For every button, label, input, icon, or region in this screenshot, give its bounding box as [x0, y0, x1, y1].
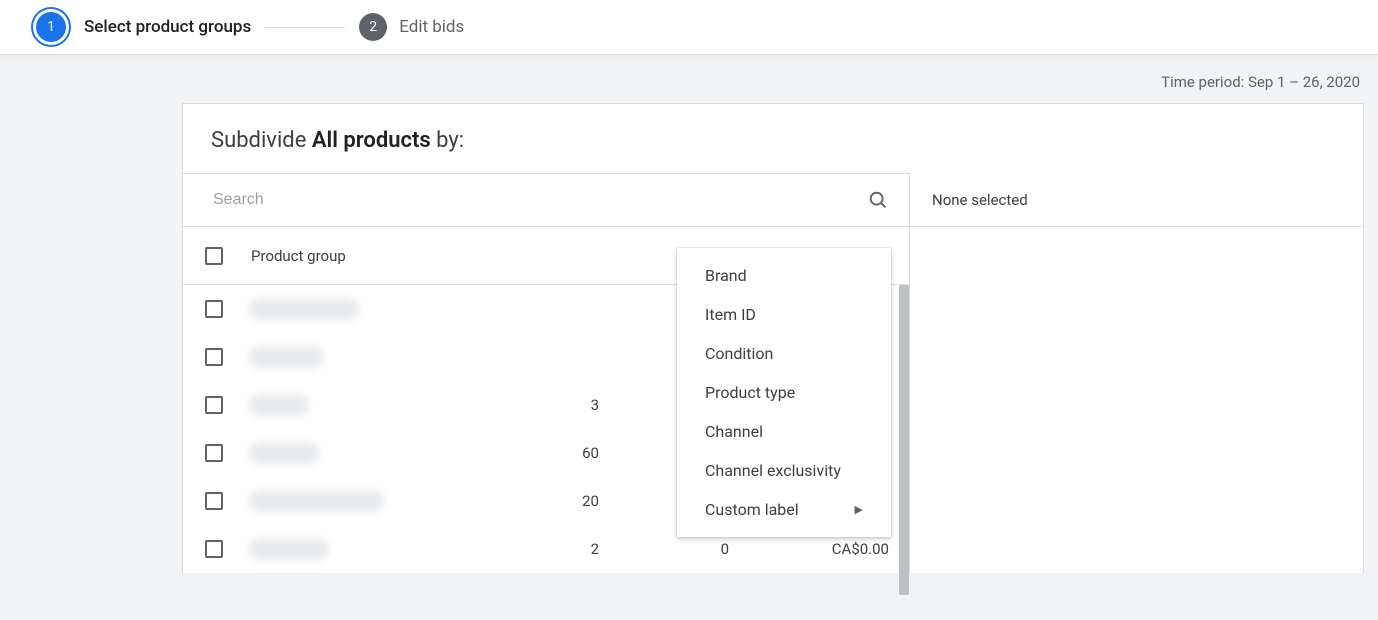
cell-clicks: 3 — [499, 396, 599, 414]
step-1-circle: 1 — [36, 12, 66, 42]
dropdown-item-label: Condition — [705, 344, 773, 363]
subdivide-prefix: Subdivide — [211, 128, 312, 153]
dropdown-item-label: Brand — [705, 266, 747, 285]
chevron-right-icon: ▶ — [855, 503, 863, 516]
dropdown-item-label: Product type — [705, 383, 795, 402]
product-group-name — [249, 442, 319, 464]
column-product-group[interactable]: Product group — [251, 247, 629, 265]
step-2-circle: 2 — [359, 13, 387, 41]
main-panel: Subdivide All products by: Product group… — [182, 103, 1364, 573]
scrollbar-track[interactable] — [899, 285, 909, 595]
cell-cost: CA$0.00 — [729, 540, 889, 558]
row-checkbox[interactable] — [205, 492, 223, 510]
stepper: 1 Select product groups 2 Edit bids — [0, 0, 1378, 55]
step-2-label: Edit bids — [399, 17, 464, 37]
row-checkbox[interactable] — [205, 540, 223, 558]
dropdown-item-label: Item ID — [705, 305, 756, 324]
step-connector — [265, 27, 345, 28]
dropdown-item-custom-label[interactable]: Custom label ▶ — [677, 490, 891, 529]
dropdown-item-brand[interactable]: Brand — [677, 256, 891, 295]
dropdown-item-label: Custom label — [705, 500, 799, 519]
cell-clicks: 20 — [499, 492, 599, 510]
search-input[interactable] — [211, 190, 867, 210]
dropdown-item-product-type[interactable]: Product type — [677, 373, 891, 412]
dropdown-item-channel-exclusivity[interactable]: Channel exclusivity — [677, 451, 891, 490]
step-2[interactable]: 2 Edit bids — [359, 13, 464, 41]
product-group-name — [249, 394, 309, 416]
search-icon[interactable] — [867, 189, 889, 211]
cell-clicks: 60 — [499, 444, 599, 462]
none-selected-label: None selected — [910, 173, 1363, 227]
subdivide-dropdown: Brand Item ID Condition Product type Channel… — [677, 248, 891, 537]
product-group-name — [249, 298, 359, 320]
row-checkbox[interactable] — [205, 396, 223, 414]
right-pane: None selected — [910, 173, 1363, 573]
subdivide-suffix: by: — [431, 128, 464, 153]
row-checkbox[interactable] — [205, 300, 223, 318]
cell-clicks: 2 — [499, 540, 599, 558]
step-1[interactable]: 1 Select product groups — [30, 12, 251, 42]
row-checkbox[interactable] — [205, 444, 223, 462]
dropdown-item-condition[interactable]: Condition — [677, 334, 891, 373]
step-1-label: Select product groups — [84, 17, 251, 37]
product-group-name — [249, 490, 384, 512]
subdivide-header: Subdivide All products by: — [183, 104, 1363, 173]
dropdown-item-item-id[interactable]: Item ID — [677, 295, 891, 334]
select-all-checkbox[interactable] — [205, 247, 223, 265]
dropdown-item-label: Channel exclusivity — [705, 461, 841, 480]
row-checkbox[interactable] — [205, 348, 223, 366]
product-group-name — [249, 346, 324, 368]
scrollbar-thumb[interactable] — [899, 285, 909, 595]
dropdown-item-label: Channel — [705, 422, 763, 441]
dropdown-item-channel[interactable]: Channel — [677, 412, 891, 451]
cell-conv: 0 — [599, 540, 729, 558]
product-group-name — [249, 538, 329, 560]
subdivide-target: All products — [312, 128, 431, 153]
search-row — [183, 173, 909, 227]
time-period-label: Time period: Sep 1 – 26, 2020 — [0, 55, 1378, 91]
